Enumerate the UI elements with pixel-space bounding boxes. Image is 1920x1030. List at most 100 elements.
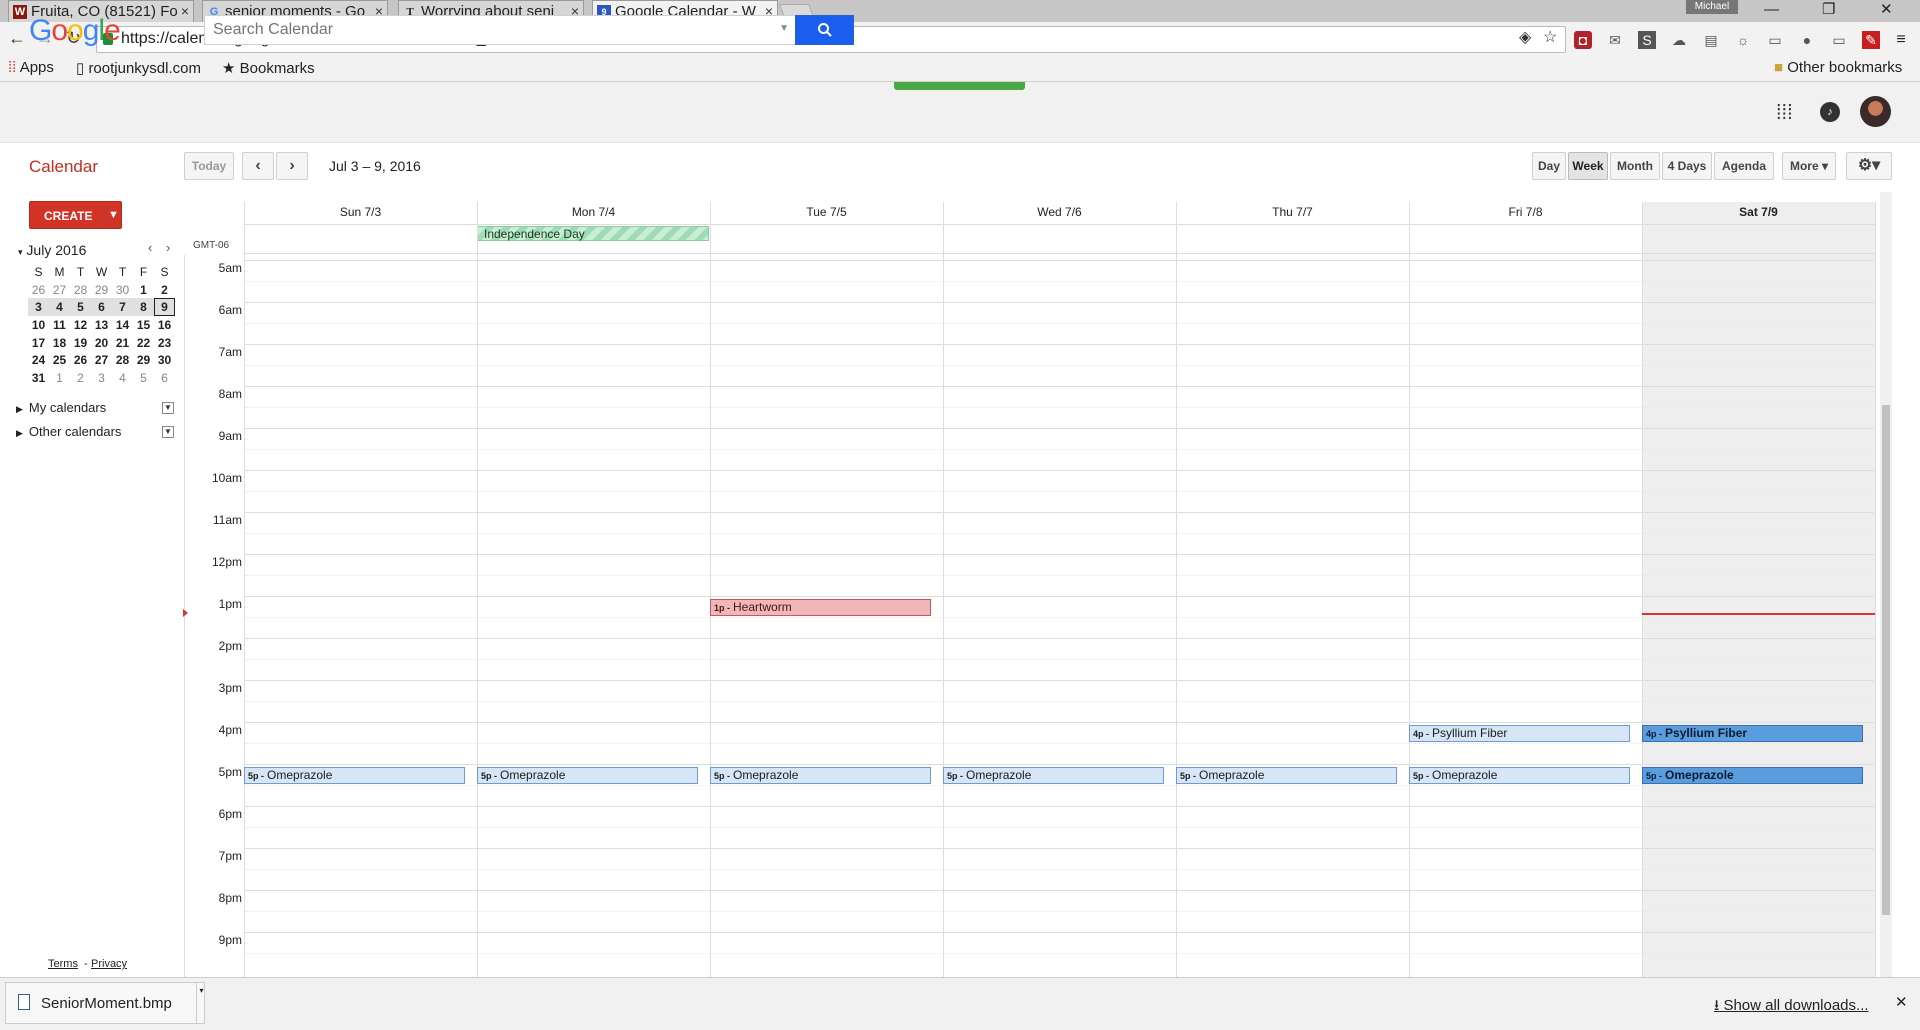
mini-calendar-day[interactable]: 28 xyxy=(112,351,133,369)
close-window-icon[interactable]: ✕ xyxy=(1880,0,1893,20)
calendar-event[interactable]: 5p - Omeprazole xyxy=(1409,767,1630,784)
mini-calendar-day[interactable]: 13 xyxy=(91,316,112,334)
day-header[interactable]: Fri 7/8 xyxy=(1409,205,1642,219)
mini-calendar-day[interactable]: 29 xyxy=(91,281,112,299)
day-header[interactable]: Tue 7/5 xyxy=(710,205,943,219)
privacy-link[interactable]: Privacy xyxy=(91,958,127,970)
red-extension-icon[interactable]: ✎ xyxy=(1862,31,1880,49)
scrollbar-thumb[interactable] xyxy=(1882,405,1890,915)
mini-calendar-day[interactable]: 1 xyxy=(49,369,70,387)
calendar-event[interactable]: 5p - Omeprazole xyxy=(943,767,1164,784)
google-logo[interactable]: Google xyxy=(29,14,121,48)
mini-calendar-day[interactable]: 16 xyxy=(154,316,175,334)
create-dropdown-icon[interactable]: ▼ xyxy=(104,202,122,228)
mini-calendar-day[interactable]: 25 xyxy=(49,351,70,369)
show-all-downloads-link[interactable]: ⭳ Show all downloads... xyxy=(1714,995,1869,1020)
profile-badge[interactable]: Michael xyxy=(1686,0,1738,14)
shield-extension-icon[interactable]: ◘ xyxy=(1574,31,1592,49)
my-calendars-menu-icon[interactable]: ▼ xyxy=(162,402,174,414)
mini-calendar-day[interactable]: 19 xyxy=(70,334,91,352)
mini-next-icon[interactable]: › xyxy=(166,240,170,255)
calendar-event[interactable]: 5p - Omeprazole xyxy=(1176,767,1397,784)
mini-calendar-day[interactable]: 6 xyxy=(154,369,175,387)
mini-calendar-day[interactable]: 3 xyxy=(91,369,112,387)
mini-calendar-day[interactable]: 1 xyxy=(133,281,154,299)
download-item[interactable]: SeniorMoment.bmp ▾ xyxy=(5,982,205,1024)
next-week-button[interactable]: › xyxy=(276,152,308,180)
back-icon[interactable]: ← xyxy=(8,28,26,49)
mini-calendar-day[interactable]: 4 xyxy=(49,298,70,317)
mini-calendar-day[interactable]: 2 xyxy=(70,369,91,387)
search-input[interactable]: ▼ xyxy=(204,15,796,45)
mini-calendar-day[interactable]: 2 xyxy=(154,281,175,299)
my-calendars-toggle[interactable]: ▶ My calendars xyxy=(16,400,106,415)
other-calendars-toggle[interactable]: ▶ Other calendars xyxy=(16,424,121,439)
mini-calendar-day[interactable]: 22 xyxy=(133,334,154,352)
mini-calendar-day[interactable]: 4 xyxy=(112,369,133,387)
mini-calendar-day[interactable]: 5 xyxy=(133,369,154,387)
mini-calendar-day[interactable]: 26 xyxy=(70,351,91,369)
view-day-button[interactable]: Day xyxy=(1532,152,1566,180)
notifications-icon[interactable]: ♪ xyxy=(1820,102,1840,122)
mini-calendar-day[interactable]: 7 xyxy=(112,298,133,317)
mini-calendar-day[interactable]: 27 xyxy=(91,351,112,369)
mini-calendar-day[interactable]: 8 xyxy=(133,298,154,317)
minimize-icon[interactable]: — xyxy=(1764,0,1779,20)
today-button[interactable]: Today xyxy=(184,152,234,180)
view-month-button[interactable]: Month xyxy=(1610,152,1660,180)
other-calendars-menu-icon[interactable]: ▼ xyxy=(162,426,174,438)
create-button[interactable]: CREATE ▼ xyxy=(29,201,122,229)
tray-extension-icon[interactable]: ▭ xyxy=(1830,31,1848,49)
calendar-event[interactable]: 5p - Omeprazole xyxy=(710,767,931,784)
mini-calendar-day[interactable]: 21 xyxy=(112,334,133,352)
calendar-event[interactable]: 5p - Omeprazole xyxy=(1642,767,1863,784)
mini-calendar-day[interactable]: 18 xyxy=(49,334,70,352)
allday-event[interactable]: Independence Day xyxy=(477,226,709,241)
mini-calendar-day[interactable]: 31 xyxy=(28,369,49,387)
mini-calendar-day[interactable]: 15 xyxy=(133,316,154,334)
calendar-event[interactable]: 5p - Omeprazole xyxy=(477,767,698,784)
terms-link[interactable]: Terms xyxy=(48,958,78,970)
mini-calendar-day[interactable]: 26 xyxy=(28,281,49,299)
star-icon[interactable]: ☆ xyxy=(1543,27,1557,47)
s-extension-icon[interactable]: S xyxy=(1638,31,1656,49)
sun-extension-icon[interactable]: ☼ xyxy=(1734,31,1752,49)
mini-calendar-day[interactable]: 28 xyxy=(70,281,91,299)
apps-bookmark[interactable]: ⁞⁞ Apps xyxy=(8,59,54,76)
mini-calendar-day[interactable]: 9 xyxy=(154,298,175,317)
view-week-button[interactable]: Week xyxy=(1568,152,1608,180)
day-header[interactable]: Mon 7/4 xyxy=(477,205,710,219)
more-button[interactable]: More ▾ xyxy=(1782,152,1836,180)
day-header[interactable]: Thu 7/7 xyxy=(1176,205,1409,219)
mini-calendar-day[interactable]: 3 xyxy=(28,298,49,317)
calendar-event[interactable]: 5p - Omeprazole xyxy=(244,767,465,784)
search-button[interactable] xyxy=(795,15,854,45)
mini-calendar-day[interactable]: 6 xyxy=(91,298,112,317)
bookmarks-folder[interactable]: ★ Bookmarks xyxy=(222,59,315,77)
cloud-extension-icon[interactable]: ☁ xyxy=(1670,31,1688,49)
view-4days-button[interactable]: 4 Days xyxy=(1662,152,1712,180)
menu-icon[interactable]: ≡ xyxy=(1892,31,1910,49)
mini-calendar-day[interactable]: 17 xyxy=(28,334,49,352)
mini-calendar-day[interactable]: 14 xyxy=(112,316,133,334)
circle-extension-icon[interactable]: ● xyxy=(1798,31,1816,49)
restore-icon[interactable]: ❐ xyxy=(1822,0,1835,20)
calendar-event[interactable]: 4p - Psyllium Fiber xyxy=(1409,725,1630,742)
mail-extension-icon[interactable]: ✉ xyxy=(1606,31,1624,49)
mini-calendar-day[interactable]: 5 xyxy=(70,298,91,317)
close-download-bar-icon[interactable]: ✕ xyxy=(1895,993,1908,1011)
view-agenda-button[interactable]: Agenda xyxy=(1714,152,1774,180)
calendar-event[interactable]: 4p - Psyllium Fiber xyxy=(1642,725,1863,742)
mini-calendar-day[interactable]: 10 xyxy=(28,316,49,334)
window-extension-icon[interactable]: ▭ xyxy=(1766,31,1784,49)
mini-calendar-title[interactable]: ▾ July 2016 xyxy=(18,242,86,258)
settings-button[interactable]: ⚙▾ xyxy=(1846,152,1892,180)
mini-prev-icon[interactable]: ‹ xyxy=(148,240,152,255)
day-header[interactable]: Sun 7/3 xyxy=(244,205,477,219)
card-extension-icon[interactable]: ▤ xyxy=(1702,31,1720,49)
mini-calendar-day[interactable]: 11 xyxy=(49,316,70,334)
mini-calendar-day[interactable]: 20 xyxy=(91,334,112,352)
prev-week-button[interactable]: ‹ xyxy=(242,152,274,180)
eye-icon[interactable]: ◈ xyxy=(1519,27,1531,47)
mini-calendar-day[interactable]: 29 xyxy=(133,351,154,369)
